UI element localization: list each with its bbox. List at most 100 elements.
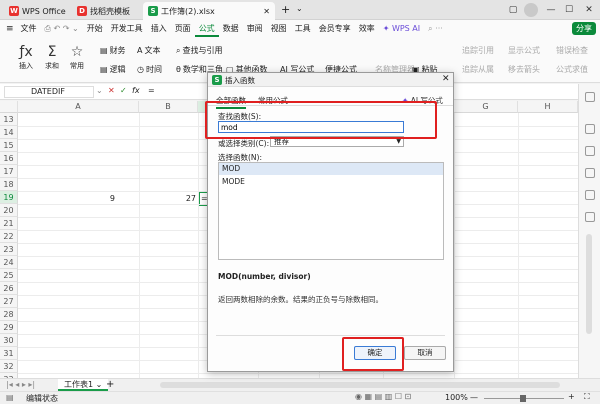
row-header-23[interactable]: 23 <box>0 243 18 256</box>
shape-icon[interactable] <box>585 168 595 178</box>
tab-wps-office[interactable]: W WPS Office <box>4 2 71 20</box>
zoom-slider-thumb[interactable] <box>520 395 526 402</box>
search-icon[interactable]: ⌕ ··· <box>424 20 447 37</box>
remove-arrows-button[interactable]: 移去箭头 <box>508 64 540 75</box>
backup-icon[interactable] <box>585 212 595 222</box>
vertical-scrollbar[interactable] <box>586 234 592 334</box>
name-box-dropdown-icon[interactable]: ⌄ <box>96 86 103 95</box>
column-header-a[interactable]: A <box>18 101 139 113</box>
column-header-g[interactable]: G <box>454 101 518 113</box>
row-header-14[interactable]: 14 <box>0 126 18 139</box>
list-item-mode[interactable]: MODE <box>219 176 443 188</box>
row-header-31[interactable]: 31 <box>0 347 18 360</box>
fullscreen-icon[interactable]: ⛶ <box>584 392 590 402</box>
row-header-20[interactable]: 20 <box>0 204 18 217</box>
zoom-in-icon[interactable]: + <box>568 392 575 401</box>
title-tab-bar: W WPS Office D 找稻壳模板 S 工作簿(2).xlsx ✕ + ⌄… <box>0 0 600 20</box>
tab-workbook[interactable]: S 工作簿(2).xlsx ✕ <box>143 2 275 20</box>
row-header-32[interactable]: 32 <box>0 360 18 373</box>
status-bar: ▤ 编辑状态 ◉ ▦ ▤ ▥ ☐ ⊡ 100% — + ⛶ <box>0 391 600 404</box>
sheet-nav-icons[interactable]: |◂ ◂ ▸ ▸| <box>6 380 35 389</box>
dialog-titlebar[interactable]: S 插入函数 ✕ <box>208 73 453 87</box>
close-tab-icon[interactable]: ✕ <box>263 7 270 16</box>
row-header-26[interactable]: 26 <box>0 282 18 295</box>
tab-template[interactable]: D 找稻壳模板 <box>72 2 135 20</box>
close-window-icon[interactable]: ✕ <box>582 3 596 17</box>
column-header-h[interactable]: H <box>518 101 578 113</box>
row-header-17[interactable]: 17 <box>0 165 18 178</box>
new-tab-icon[interactable]: + <box>281 3 290 16</box>
table-icon[interactable] <box>585 190 595 200</box>
cancel-formula-icon[interactable]: ✕ <box>108 86 115 95</box>
avatar[interactable] <box>524 3 538 17</box>
row-header-29[interactable]: 29 <box>0 321 18 334</box>
dialog-close-icon[interactable]: ✕ <box>442 74 450 84</box>
error-check-button[interactable]: 错误检查 <box>556 45 588 56</box>
menu-insert[interactable]: 插入 <box>147 20 171 37</box>
add-sheet-icon[interactable]: + <box>106 379 114 390</box>
row-header-30[interactable]: 30 <box>0 334 18 347</box>
function-list[interactable]: MOD MODE <box>218 162 444 260</box>
show-formula-button[interactable]: 显示公式 <box>508 45 540 56</box>
menu-start[interactable]: 开始 <box>83 20 107 37</box>
hamburger-icon[interactable]: ≡ <box>0 24 17 34</box>
menu-tools[interactable]: 工具 <box>291 20 315 37</box>
menu-page[interactable]: 页面 <box>171 20 195 37</box>
error-check-label: 错误检查 <box>556 46 588 55</box>
quick-access-icons[interactable]: ⎙ ↶ ↷ ⌄ <box>41 20 83 37</box>
common-button[interactable]: ☆ 常用 <box>63 43 91 71</box>
column-header-b[interactable]: B <box>139 101 198 113</box>
row-header-13[interactable]: 13 <box>0 113 18 126</box>
row-header-18[interactable]: 18 <box>0 178 18 191</box>
menu-view[interactable]: 视图 <box>267 20 291 37</box>
select-all-corner[interactable] <box>0 101 18 113</box>
menu-data[interactable]: 数据 <box>219 20 243 37</box>
style-icon[interactable] <box>585 124 595 134</box>
row-header-21[interactable]: 21 <box>0 217 18 230</box>
tab-dropdown-icon[interactable]: ⌄ <box>296 4 303 13</box>
row-header-27[interactable]: 27 <box>0 295 18 308</box>
menu-file[interactable]: 文件 <box>17 20 41 37</box>
confirm-formula-icon[interactable]: ✓ <box>120 86 127 95</box>
horizontal-scrollbar[interactable] <box>160 382 560 388</box>
menu-efficiency[interactable]: 效率 <box>355 20 379 37</box>
logic-button[interactable]: ▤ 逻辑 <box>100 64 126 75</box>
name-box[interactable]: DATEDIF <box>4 86 94 98</box>
insert-function-button[interactable]: ƒx 插入 <box>12 43 40 71</box>
trace-dependents-button[interactable]: 追踪从属 <box>462 64 494 75</box>
row-header-19[interactable]: 19 <box>0 191 18 204</box>
view-mode-icons[interactable]: ◉ ▦ ▤ ▥ ☐ ⊡ <box>355 392 411 401</box>
row-header-16[interactable]: 16 <box>0 152 18 165</box>
row-header-22[interactable]: 22 <box>0 230 18 243</box>
wps-ai-label: WPS AI <box>391 24 421 33</box>
filter-icon[interactable] <box>585 146 595 156</box>
row-header-24[interactable]: 24 <box>0 256 18 269</box>
menu-formula[interactable]: 公式 <box>194 20 219 37</box>
maximize-icon[interactable]: ☐ <box>562 3 576 17</box>
row-header-15[interactable]: 15 <box>0 139 18 152</box>
sheet-tab-1[interactable]: 工作表1 ⌄ <box>58 379 109 391</box>
wps-ai-button[interactable]: ✦ WPS AI <box>379 20 424 37</box>
evaluate-formula-button[interactable]: 公式求值 <box>556 64 588 75</box>
cancel-button[interactable]: 取消 <box>404 346 446 360</box>
trace-precedents-button[interactable]: 追踪引用 <box>462 45 494 56</box>
text-button[interactable]: A 文本 <box>137 45 160 56</box>
autosum-button[interactable]: Σ 求和 <box>38 43 66 71</box>
menu-developer[interactable]: 开发工具 <box>107 20 147 37</box>
row-header-28[interactable]: 28 <box>0 308 18 321</box>
menu-member[interactable]: 会员专享 <box>315 20 355 37</box>
menu-review[interactable]: 审阅 <box>243 20 267 37</box>
formula-content[interactable]: = <box>148 86 155 95</box>
tile-icon[interactable]: ▢ <box>506 3 520 17</box>
minimize-icon[interactable]: — <box>544 3 558 17</box>
list-item-mod[interactable]: MOD <box>219 163 443 175</box>
finance-button[interactable]: ▤ 财务 <box>100 45 126 56</box>
lookup-button[interactable]: ⌕ 查找与引用 <box>176 45 222 56</box>
settings-icon[interactable] <box>585 92 595 102</box>
row-header-25[interactable]: 25 <box>0 269 18 282</box>
zoom-out-icon[interactable]: — <box>470 393 478 402</box>
math-icon: θ <box>176 65 181 74</box>
time-button[interactable]: ◷ 时间 <box>137 64 162 75</box>
share-button[interactable]: 分享 <box>572 22 596 35</box>
fx-button[interactable]: fx <box>132 86 140 95</box>
